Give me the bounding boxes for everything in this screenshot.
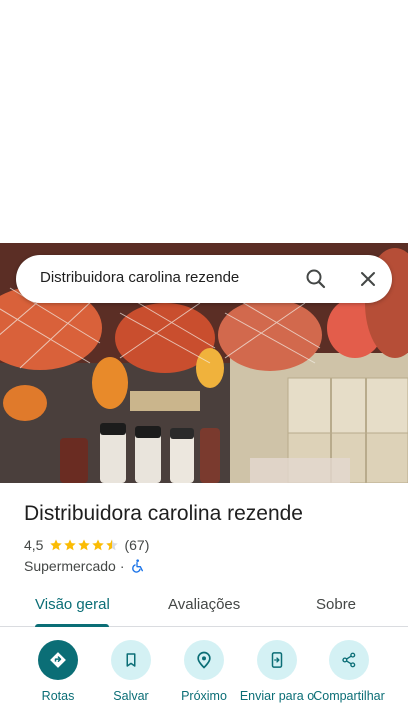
star-full-icon (78, 539, 91, 551)
directions-label: Rotas (41, 689, 75, 703)
bookmark-icon (126, 653, 136, 667)
send-to-phone-button-circle (257, 640, 297, 680)
place-tabs: Visão geral Avaliações Sobre (0, 587, 408, 627)
place-details-sheet: Distribuidora carolina rezende 4,5 (67) … (0, 483, 408, 726)
nearby-button-circle (184, 640, 224, 680)
wheelchair-icon (131, 559, 143, 573)
rating-stars (49, 538, 119, 552)
search-bar[interactable]: Distribuidora carolina rezende (16, 255, 392, 303)
search-button[interactable] (302, 265, 330, 293)
star-full-icon (50, 539, 63, 551)
save-button[interactable]: Salvar (91, 640, 171, 704)
tab-overview[interactable]: Visão geral (35, 596, 110, 613)
rating-row[interactable]: 4,5 (67) (24, 536, 149, 554)
place-title: Distribuidora carolina rezende (24, 502, 303, 525)
nearby-icon (197, 651, 211, 669)
nearby-label: Próximo (181, 689, 227, 703)
nearby-button[interactable]: Próximo (164, 640, 244, 704)
review-count: (67) (124, 537, 150, 553)
rating-value: 4,5 (24, 537, 44, 553)
share-label: Compartilhar (313, 689, 385, 703)
directions-button[interactable]: Rotas (18, 640, 98, 704)
directions-button-circle (38, 640, 78, 680)
close-icon (361, 272, 375, 286)
search-icon (306, 269, 326, 289)
save-label: Salvar (113, 689, 149, 703)
tab-reviews[interactable]: Avaliações (168, 596, 240, 613)
star-half-icon (106, 539, 119, 551)
tab-about[interactable]: Sobre (316, 596, 356, 613)
share-button[interactable]: Compartilhar (309, 640, 389, 704)
map-area-blank (0, 0, 408, 243)
category-row: Supermercado · (24, 557, 145, 575)
place-category: Supermercado (24, 558, 116, 574)
clear-search-button[interactable] (354, 265, 382, 293)
save-button-circle (111, 640, 151, 680)
star-full-icon (92, 539, 105, 551)
directions-icon (50, 652, 66, 668)
action-buttons-row: Rotas Salvar Próximo Enviar para o Compa… (0, 640, 408, 726)
separator-dot: · (119, 558, 125, 574)
active-tab-indicator (35, 624, 109, 627)
share-icon (342, 652, 356, 668)
send-to-phone-button[interactable]: Enviar para o (237, 640, 317, 704)
star-full-icon (64, 539, 77, 551)
send-to-phone-label: Enviar para o (239, 689, 315, 703)
share-button-circle (329, 640, 369, 680)
send-to-phone-icon (271, 652, 283, 668)
search-query-text[interactable]: Distribuidora carolina rezende (40, 269, 239, 286)
